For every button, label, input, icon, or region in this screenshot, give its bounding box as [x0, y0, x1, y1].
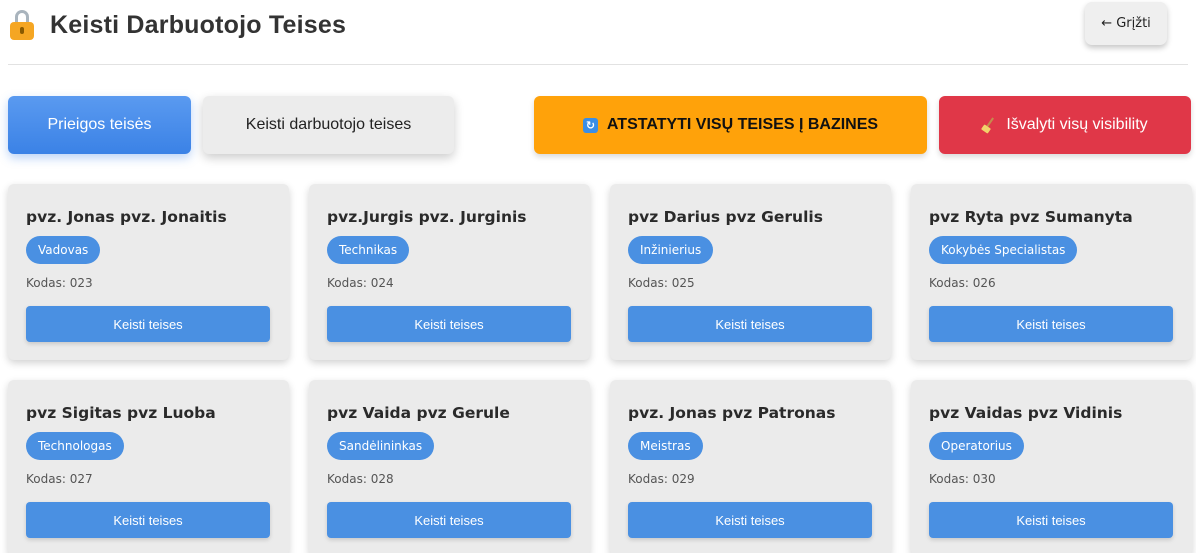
clear-visibility-label: Išvalyti visų visibility — [1006, 116, 1148, 133]
refresh-icon: ↻ — [582, 117, 598, 133]
role-badge: Technikas — [327, 236, 410, 264]
employee-card: pvz. Jonas pvz. Jonaitis Vadovas Kodas: … — [8, 184, 289, 360]
employee-name: pvz Sigitas pvz Luoba — [26, 404, 216, 422]
edit-rights-button[interactable]: Keisti teises — [628, 502, 872, 538]
employee-code: Kodas: 029 — [628, 472, 695, 486]
edit-rights-button[interactable]: Keisti teises — [26, 502, 270, 538]
role-badge: Meistras — [628, 432, 703, 460]
employee-code: Kodas: 023 — [26, 276, 93, 290]
back-button[interactable]: ← Grįžti — [1085, 2, 1167, 45]
edit-rights-button[interactable]: Keisti teises — [327, 306, 571, 342]
reset-all-rights-button[interactable]: ↻ ATSTATYTI VISŲ TEISES Į BAZINES — [534, 96, 927, 154]
employee-name: pvz. Jonas pvz Patronas — [628, 404, 836, 422]
role-badge: Kokybės Specialistas — [929, 236, 1078, 264]
edit-rights-button[interactable]: Keisti teises — [327, 502, 571, 538]
employee-code: Kodas: 027 — [26, 472, 93, 486]
clear-visibility-button[interactable]: Išvalyti visų visibility — [939, 96, 1191, 154]
role-badge: Sandėlininkas — [327, 432, 435, 460]
role-badge: Operatorius — [929, 432, 1024, 460]
employee-card: pvz Sigitas pvz Luoba Technologas Kodas:… — [8, 380, 289, 553]
edit-rights-button[interactable]: Keisti teises — [628, 306, 872, 342]
employee-card: pvz Vaidas pvz Vidinis Operatorius Kodas… — [911, 380, 1192, 553]
employee-code: Kodas: 026 — [929, 276, 996, 290]
edit-rights-tab[interactable]: Keisti darbuotojo teises — [203, 96, 454, 154]
employee-card: pvz.Jurgis pvz. Jurginis Technikas Kodas… — [309, 184, 590, 360]
lock-icon — [10, 10, 34, 40]
employee-name: pvz Darius pvz Gerulis — [628, 208, 823, 226]
edit-rights-label: Keisti darbuotojo teises — [245, 116, 412, 133]
employee-name: pvz.Jurgis pvz. Jurginis — [327, 208, 527, 226]
role-badge: Technologas — [26, 432, 124, 460]
broom-icon — [982, 117, 996, 133]
edit-rights-button[interactable]: Keisti teises — [929, 502, 1173, 538]
employee-card: pvz Vaida pvz Gerule Sandėlininkas Kodas… — [309, 380, 590, 553]
employee-card: pvz Darius pvz Gerulis Inžinierius Kodas… — [610, 184, 891, 360]
reset-all-label: ATSTATYTI VISŲ TEISES Į BAZINES — [606, 116, 879, 133]
employee-name: pvz Ryta pvz Sumanyta — [929, 208, 1133, 226]
title-wrap: Keisti Darbuotojo Teises — [10, 10, 346, 40]
employee-code: Kodas: 030 — [929, 472, 996, 486]
employee-code: Kodas: 024 — [327, 276, 394, 290]
employee-code: Kodas: 025 — [628, 276, 695, 290]
employee-name: pvz. Jonas pvz. Jonaitis — [26, 208, 227, 226]
role-badge: Vadovas — [26, 236, 101, 264]
edit-rights-button[interactable]: Keisti teises — [929, 306, 1173, 342]
employee-card: pvz. Jonas pvz Patronas Meistras Kodas: … — [610, 380, 891, 553]
header-divider — [8, 64, 1188, 65]
employee-name: pvz Vaida pvz Gerule — [327, 404, 510, 422]
edit-rights-button[interactable]: Keisti teises — [26, 306, 270, 342]
toolbar: Prieigos teisės Keisti darbuotojo teises… — [0, 96, 1196, 156]
access-rights-label: Prieigos teisės — [47, 116, 152, 133]
page-title: Keisti Darbuotojo Teises — [50, 10, 347, 39]
role-badge: Inžinierius — [628, 236, 714, 264]
page-header: Keisti Darbuotojo Teises ← Grįžti — [0, 0, 1196, 66]
employee-code: Kodas: 028 — [327, 472, 394, 486]
employee-card: pvz Ryta pvz Sumanyta Kokybės Specialist… — [911, 184, 1192, 360]
access-rights-tab[interactable]: Prieigos teisės — [8, 96, 191, 154]
employee-name: pvz Vaidas pvz Vidinis — [929, 404, 1123, 422]
